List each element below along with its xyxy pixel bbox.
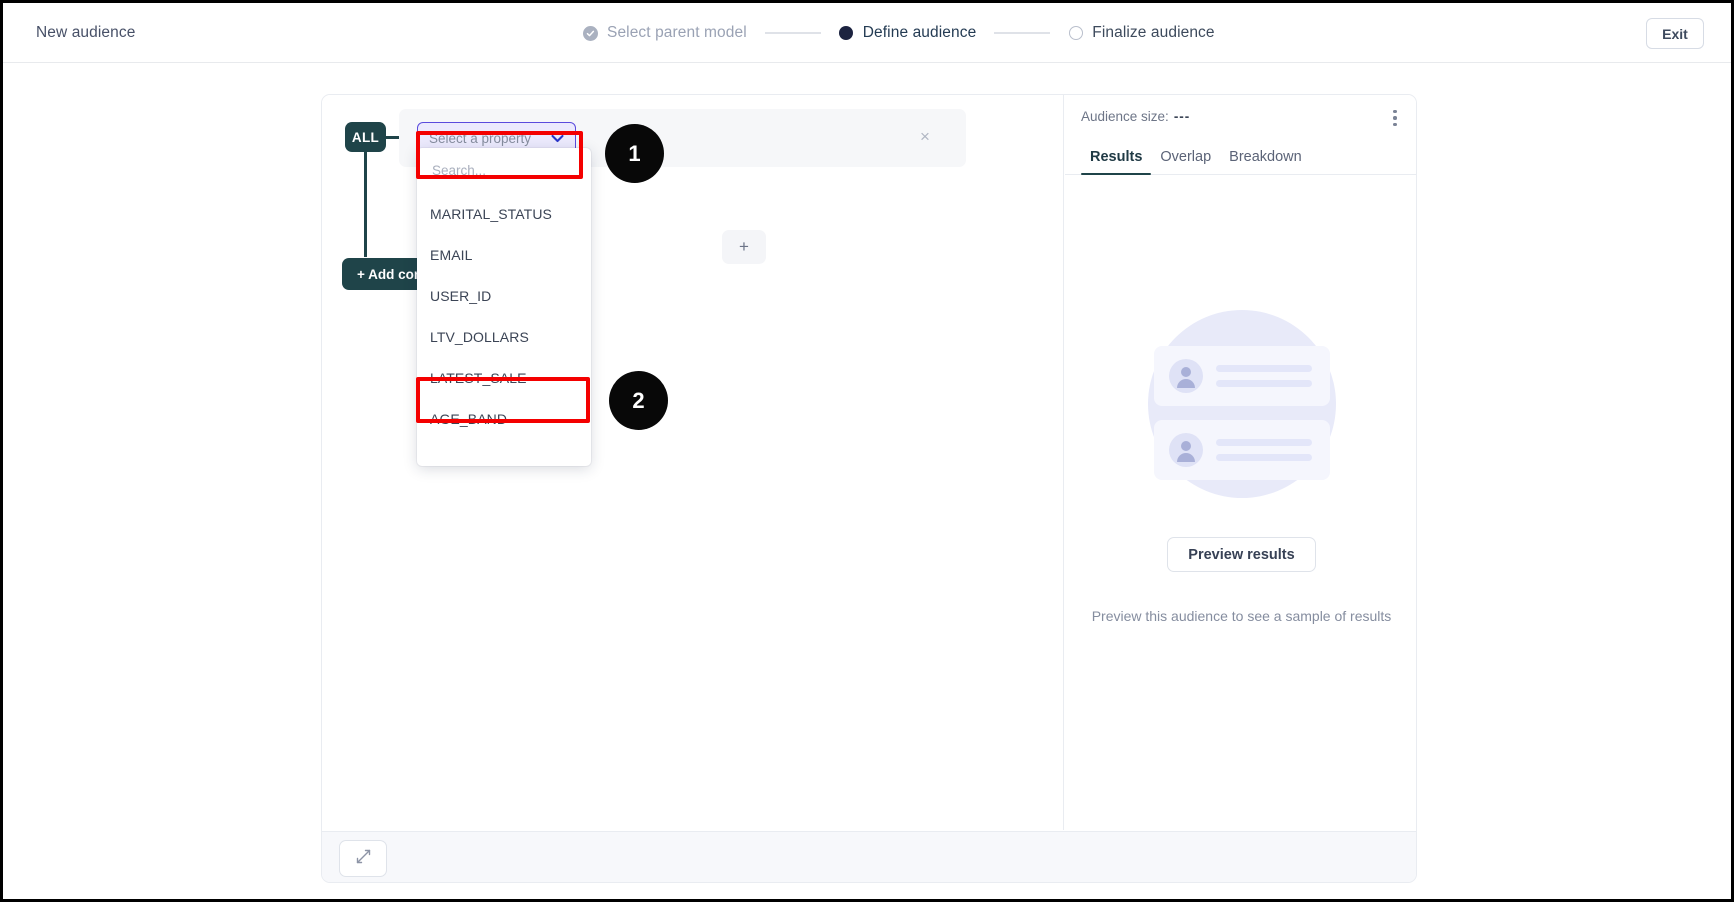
stepper-divider xyxy=(994,32,1050,34)
remove-condition-button[interactable]: × xyxy=(916,128,934,146)
audience-size: Audience size: --- xyxy=(1081,109,1190,124)
empty-circle-icon xyxy=(1068,26,1083,41)
step-select-parent-model[interactable]: Select parent model xyxy=(583,24,747,42)
step-label: Define audience xyxy=(863,24,977,42)
results-empty-state: Preview results Preview this audience to… xyxy=(1065,176,1417,830)
tab-results[interactable]: Results xyxy=(1081,149,1151,174)
tree-connector-vertical xyxy=(364,152,367,257)
dropdown-item-latest-sale[interactable]: LATEST_SALE xyxy=(417,357,591,398)
results-pane: Audience size: --- Results Overlap Breakd… xyxy=(1065,95,1417,830)
add-nested-condition-button[interactable]: + xyxy=(722,230,766,264)
annotation-badge-2: 2 xyxy=(609,371,668,430)
person-icon xyxy=(1169,359,1203,393)
tab-breakdown[interactable]: Breakdown xyxy=(1220,149,1311,174)
dropdown-item-marital-status[interactable]: MARITAL_STATUS xyxy=(417,193,591,234)
empty-state-illustration-icon xyxy=(1148,310,1336,498)
expand-canvas-button[interactable] xyxy=(339,840,387,877)
condition-builder-pane: ALL Select a property × + + Add conditio… xyxy=(322,95,1064,830)
tab-overlap[interactable]: Overlap xyxy=(1151,149,1220,174)
dropdown-item-email[interactable]: EMAIL xyxy=(417,234,591,275)
page-body: ALL Select a property × + + Add conditio… xyxy=(3,64,1731,899)
property-dropdown-menu: MARITAL_STATUS EMAIL USER_ID LTV_DOLLARS… xyxy=(417,148,591,466)
wizard-stepper: Select parent model Define audience Fina… xyxy=(583,3,1215,63)
preview-hint-text: Preview this audience to see a sample of… xyxy=(1092,608,1392,624)
dropdown-search-row xyxy=(417,148,591,193)
step-label: Finalize audience xyxy=(1092,24,1214,42)
workspace-bottom-bar xyxy=(322,831,1417,883)
filled-circle-icon xyxy=(839,26,854,41)
preview-results-button[interactable]: Preview results xyxy=(1167,537,1315,572)
dropdown-item-user-id[interactable]: USER_ID xyxy=(417,275,591,316)
all-operator-node[interactable]: ALL xyxy=(345,122,386,152)
audience-size-value: --- xyxy=(1174,109,1191,124)
step-finalize-audience[interactable]: Finalize audience xyxy=(1068,24,1214,42)
exit-button[interactable]: Exit xyxy=(1646,18,1704,49)
check-circle-icon xyxy=(583,26,598,41)
more-vertical-icon[interactable] xyxy=(1385,107,1405,129)
page-title: New audience xyxy=(36,24,135,42)
dropdown-item-age-band[interactable]: AGE_BAND xyxy=(417,398,591,439)
dropdown-item-ltv-dollars[interactable]: LTV_DOLLARS xyxy=(417,316,591,357)
annotation-badge-1: 1 xyxy=(605,124,664,183)
step-define-audience[interactable]: Define audience xyxy=(839,24,977,42)
audience-size-label: Audience size: xyxy=(1081,109,1169,124)
person-icon xyxy=(1169,433,1203,467)
audience-workspace: ALL Select a property × + + Add conditio… xyxy=(321,94,1417,883)
property-select-label: Select a property xyxy=(429,131,551,146)
stepper-divider xyxy=(765,32,821,34)
app-header: New audience Select parent model Define … xyxy=(3,3,1731,63)
expand-diagonal-icon xyxy=(355,848,372,870)
step-label: Select parent model xyxy=(607,24,747,42)
results-tabs: Results Overlap Breakdown xyxy=(1065,139,1417,175)
application-window: New audience Select parent model Define … xyxy=(0,0,1734,902)
chevron-down-icon xyxy=(551,134,564,143)
search-input[interactable] xyxy=(430,162,578,179)
